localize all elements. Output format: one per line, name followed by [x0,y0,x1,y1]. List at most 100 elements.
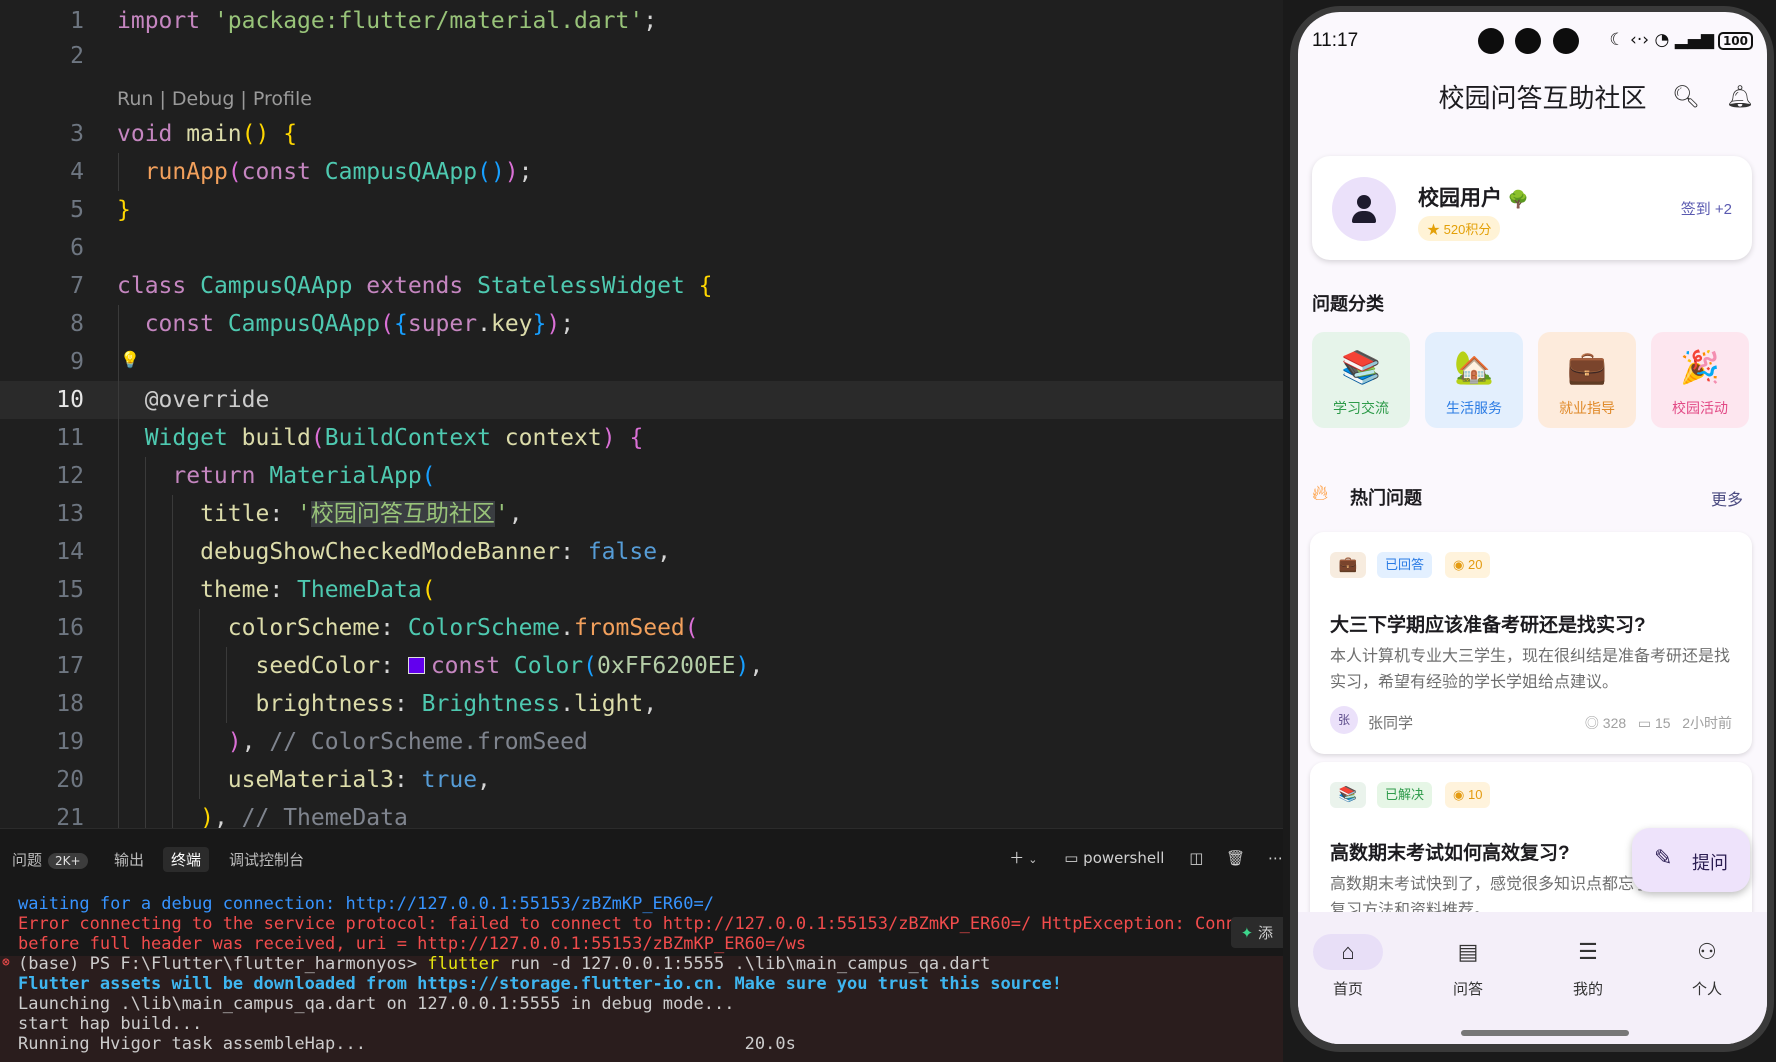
code-line[interactable]: 19 ), // ColorScheme.fromSeed [0,723,1283,761]
person-icon: ⚇ [1697,939,1717,964]
nav-profile[interactable]: ⚇ 个人 [1662,934,1752,999]
camera-icon [1553,28,1579,54]
checkin-button[interactable]: 签到 +2 [1681,198,1732,219]
code-line[interactable]: 8 const CampusQAApp({super.key}); [0,305,1283,343]
shell-label[interactable]: powershell [1083,849,1164,867]
status-time: 11:17 [1312,30,1359,51]
code-line[interactable]: 14 debugShowCheckedModeBanner: false, [0,533,1283,571]
code-line[interactable]: 4 runApp(const CampusQAApp()); [0,153,1283,191]
code-line[interactable]: 5} [0,191,1283,229]
terminal-toolbar: ＋ ⌄ ▭ powershell ◫ 🗑 ⋯ [1009,847,1283,868]
wifi-icon: ◔ [1654,30,1670,50]
color-swatch-icon[interactable] [407,657,425,674]
line-number: 16 [56,615,84,641]
code-line[interactable]: 9 [0,343,1283,381]
indent-guide [226,647,227,723]
trash-icon[interactable]: 🗑 [1226,849,1245,867]
battery-icon: 100 [1717,32,1753,50]
code-text: runApp(const CampusQAApp()); [144,159,533,185]
code-line[interactable]: 2 [0,37,1283,75]
search-icon[interactable]: 🔍︎ [1672,84,1700,110]
code-line[interactable]: 18 brightness: Brightness.light, [0,685,1283,723]
terminal-line[interactable]: Running Hvigor task assembleHap... 20.0s [18,1033,796,1056]
books-icon: 📚 [1341,349,1381,385]
code-line[interactable]: 16 colorScheme: ColorScheme.fromSeed( [0,609,1283,647]
code-text: Widget build(BuildContext context) { [144,425,644,451]
tab-terminal[interactable]: 终端 [163,847,210,872]
code-line[interactable]: 21 ), // ThemeData [0,799,1283,828]
bell-icon[interactable]: 🔔︎ [1726,84,1754,110]
reward-value: 20 [1467,557,1483,572]
line-number: 18 [56,691,84,717]
code-line[interactable]: 3 void main() { [0,115,1283,153]
code-line[interactable]: 6 [0,229,1283,267]
status-icons: ☾ ‹·› ◔ ▂▄▆ 100 [1609,30,1753,50]
points-badge: ★ 520积分 [1418,216,1501,241]
add-terminal-icon[interactable]: ＋ [1009,849,1024,867]
category-life[interactable]: 🏡 生活服务 [1425,332,1523,428]
problems-count-badge: 2K+ [48,853,88,869]
code-text: debugShowCheckedModeBanner: false, [200,539,671,565]
lightbulb-icon[interactable]: 💡 [120,350,140,369]
avatar[interactable] [1332,177,1396,241]
eye-icon: ◎ [1584,715,1599,731]
briefcase-icon: 💼 [1330,552,1366,578]
nav-label: 个人 [1691,981,1722,998]
category-career[interactable]: 💼 就业指导 [1538,332,1636,428]
reward-badge: ◉ 20 [1445,552,1491,578]
code-line[interactable]: 13 title: '校园问答互助社区', [0,495,1283,533]
codelens-run-debug-profile[interactable]: Run | Debug | Profile [117,88,312,110]
panel-tabs: 问题 2K+ 输出 终端 调试控制台 ＋ ⌄ ▭ powershell ◫ 🗑 ⋯ [0,829,1283,889]
phone-screen: 11:17 ☾ ‹·› ◔ ▂▄▆ 100 校园问答互助社区 🔍︎ 🔔︎ 校园用户… [1298,12,1767,1044]
code-line[interactable]: 15 theme: ThemeData( [0,571,1283,609]
avatar[interactable]: 张 [1330,706,1358,734]
code-line[interactable]: 17 seedColor: const Color(0xFF6200EE), [0,647,1283,685]
views-count: 328 [1602,715,1627,731]
more-link[interactable]: 更多 [1711,486,1743,510]
line-number: 11 [56,425,84,451]
line-number: 12 [56,463,84,489]
split-terminal-icon[interactable]: ◫ [1189,849,1203,867]
reward-value: 10 [1467,787,1483,802]
tab-output[interactable]: 输出 [114,849,144,870]
nav-home[interactable]: ⌂ 首页 [1303,934,1393,999]
line-number: 20 [56,767,84,793]
nav-qa[interactable]: ▤ 问答 [1423,934,1513,999]
more-icon[interactable]: ⋯ [1268,849,1283,867]
terminal-args: run -d 127.0.0.1:5555 .\lib\main_campus_… [499,954,991,974]
category-study[interactable]: 📚 学习交流 [1312,332,1410,428]
sparkle-icon: ✦ [1240,924,1254,942]
line-number: 19 [56,729,84,755]
question-card[interactable]: 💼 已回答 ◉ 20 大三下学期应该准备考研还是找实习? 本人计算机专业大三学生… [1310,532,1752,754]
code-line[interactable]: 20 useMaterial3: true, [0,761,1283,799]
code-line[interactable]: 12 return MaterialApp( [0,457,1283,495]
category-events[interactable]: 🎉 校园活动 [1651,332,1749,428]
ask-question-fab[interactable]: ✎ 提问 [1632,828,1750,892]
line-number: 4 [70,159,84,185]
home-indicator[interactable] [1461,1030,1629,1036]
line-number: 10 [56,387,84,413]
add-to-chat-button[interactable]: ✦ 添 [1230,917,1283,948]
category-label: 生活服务 [1446,400,1502,416]
terminal-icon: ▭ [1064,849,1079,867]
code-text: useMaterial3: true, [227,767,491,793]
code-line[interactable]: 7 class CampusQAApp extends StatelessWidg… [0,267,1283,305]
code-text: colorScheme: ColorScheme.fromSeed( [227,615,699,641]
error-indicator-icon[interactable]: ⊗ [2,955,10,970]
chevron-down-icon[interactable]: ⌄ [1028,853,1037,866]
user-name-text: 校园用户 [1418,187,1502,210]
code-line[interactable]: 11 Widget build(BuildContext context) { [0,419,1283,457]
books-icon: 📚 [1330,782,1366,808]
code-line[interactable]: 1 import 'package:flutter/material.dart'; [0,2,1283,40]
tab-problems[interactable]: 问题 2K+ [12,849,88,870]
line-number: 5 [70,197,84,223]
code-line-current[interactable]: 10 @override [0,381,1283,419]
tab-debug-console[interactable]: 调试控制台 [229,849,304,870]
party-icon: 🎉 [1680,349,1720,385]
code-editor[interactable]: 1 import 'package:flutter/material.dart';… [0,0,1283,828]
indent-guide [118,153,119,191]
hot-questions-title: 热门问题 [1350,488,1422,508]
user-card[interactable]: 校园用户 🌳 ★ 520积分 签到 +2 [1312,156,1752,260]
comments-count: 15 [1654,715,1671,731]
nav-mine[interactable]: ☰ 我的 [1543,934,1633,999]
